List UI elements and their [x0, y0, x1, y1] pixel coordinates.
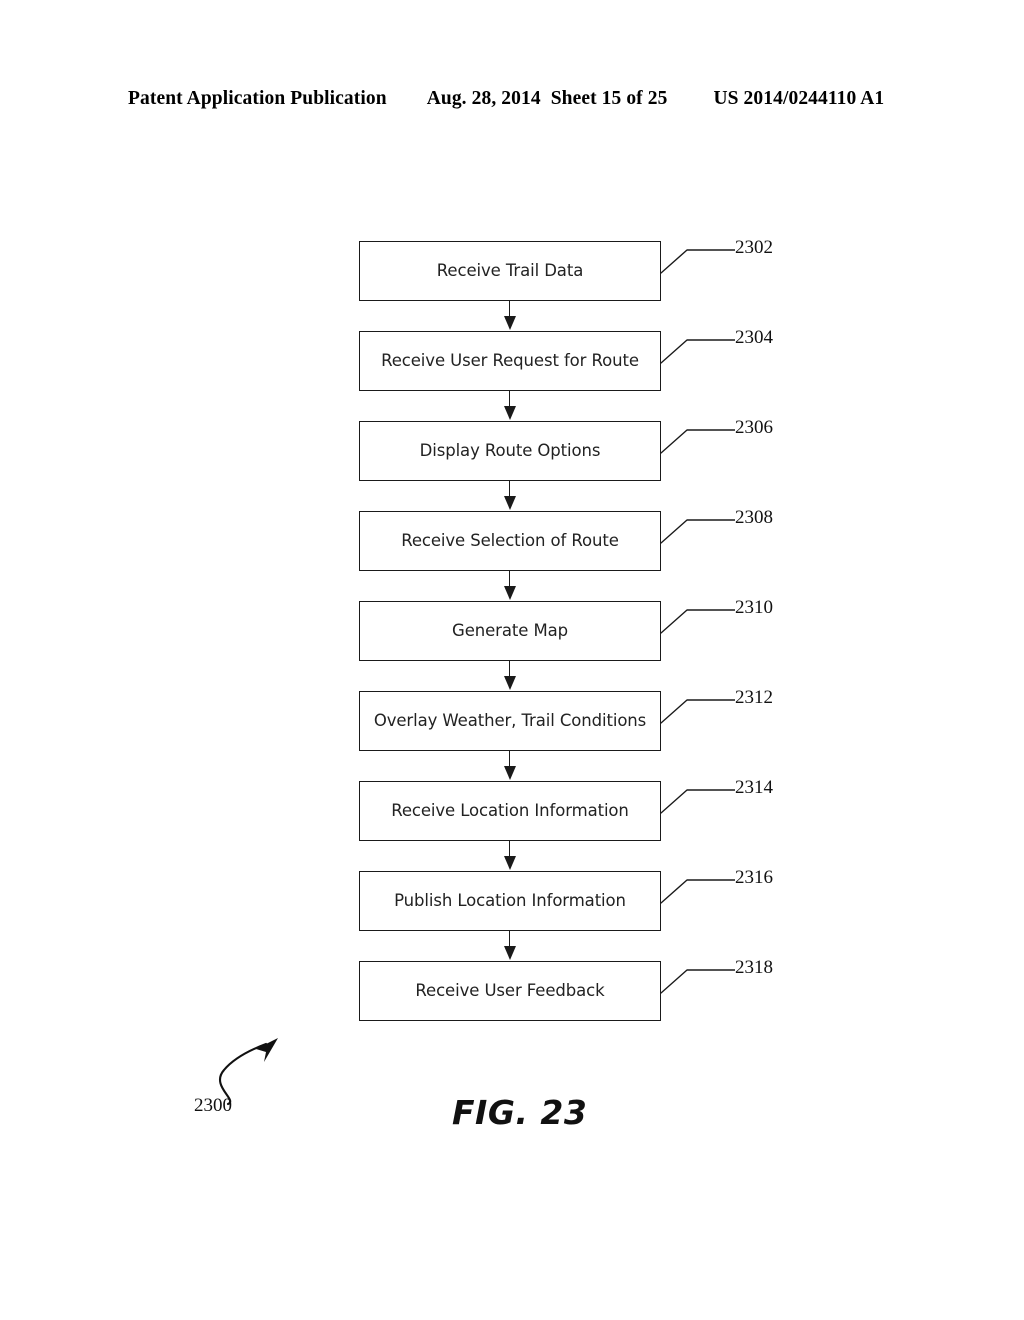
reference-numeral-2306: 2306	[735, 417, 773, 438]
flowchart-step-2308: Receive Selection of Route	[359, 511, 661, 571]
flowchart-step-label: Receive User Request for Route	[381, 350, 639, 370]
connector-arrowhead	[503, 676, 516, 690]
flowchart-step-label: Receive Location Information	[391, 800, 629, 820]
flowchart-step-2302: Receive Trail Data	[359, 241, 661, 301]
connector-arrowhead	[503, 856, 516, 870]
flowchart-step-2312: Overlay Weather, Trail Conditions	[359, 691, 661, 751]
figure-caption: FIG. 23	[452, 1093, 588, 1132]
leader-line-2310	[661, 605, 735, 635]
flowchart-step-label: Display Route Options	[419, 440, 601, 460]
leader-line-2314	[661, 785, 735, 815]
flowchart-step-label: Receive Trail Data	[436, 260, 584, 280]
flowchart-step-2316: Publish Location Information	[359, 871, 661, 931]
flow-connector-arrow	[503, 571, 516, 601]
flowchart-step-2314: Receive Location Information	[359, 781, 661, 841]
flowchart-step-label: Generate Map	[452, 620, 568, 640]
leader-line-2306	[661, 425, 735, 455]
reference-numeral-2302: 2302	[735, 237, 773, 258]
flow-connector-arrow	[503, 751, 516, 781]
connector-arrowhead	[503, 406, 516, 420]
reference-numeral-2312: 2312	[735, 687, 773, 708]
flowchart-step-label: Overlay Weather, Trail Conditions	[373, 710, 647, 730]
flowchart-step-label: Publish Location Information	[394, 890, 626, 910]
reference-numeral-2316: 2316	[735, 867, 773, 888]
leader-line-2304	[661, 335, 735, 365]
reference-numeral-2308: 2308	[735, 507, 773, 528]
reference-numeral-2304: 2304	[735, 327, 773, 348]
leader-line-2316	[661, 875, 735, 905]
flow-connector-arrow	[503, 481, 516, 511]
reference-numeral-2318: 2318	[735, 957, 773, 978]
flow-connector-arrow	[503, 661, 516, 691]
leader-line-2308	[661, 515, 735, 545]
flowchart-step-label: Receive User Feedback	[415, 980, 605, 1000]
flow-connector-arrow	[503, 301, 516, 331]
flowchart-step-2310: Generate Map	[359, 601, 661, 661]
connector-arrowhead	[503, 586, 516, 600]
reference-numeral-2310: 2310	[735, 597, 773, 618]
flowchart-step-2318: Receive User Feedback	[359, 961, 661, 1021]
connector-arrowhead	[503, 946, 516, 960]
connector-arrowhead	[503, 496, 516, 510]
flowchart-step-2306: Display Route Options	[359, 421, 661, 481]
leader-line-2318	[661, 965, 735, 995]
flow-connector-arrow	[503, 931, 516, 961]
flowchart-step-label: Receive Selection of Route	[401, 530, 619, 550]
flow-connector-arrow	[503, 841, 516, 871]
reference-numeral-2314: 2314	[735, 777, 773, 798]
flowchart-step-2304: Receive User Request for Route	[359, 331, 661, 391]
leader-line-2312	[661, 695, 735, 725]
diagram-ref-leader	[186, 1036, 316, 1134]
flow-connector-arrow	[503, 391, 516, 421]
connector-arrowhead	[503, 766, 516, 780]
diagram-ref-number: 2300	[194, 1095, 232, 1116]
connector-arrowhead	[503, 316, 516, 330]
leader-line-2302	[661, 245, 735, 275]
